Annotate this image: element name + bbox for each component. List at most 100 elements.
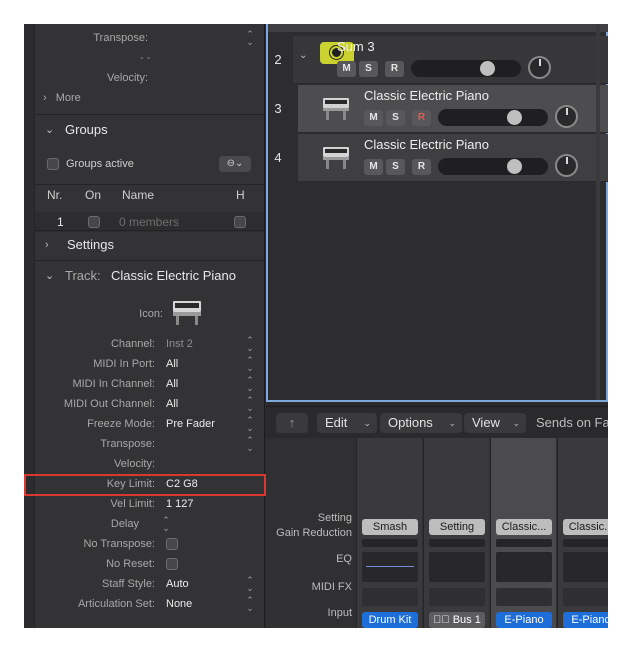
groups-section-header[interactable]: ⌄ Groups <box>35 114 264 144</box>
channel-strip[interactable]: Classic... E-Piano <box>557 438 608 628</box>
param-row[interactable]: Freeze Mode: Pre Fader ⌃ ⌄ <box>35 414 264 434</box>
param-row[interactable]: Velocity: <box>35 454 264 474</box>
param-row[interactable]: Channel: Inst 2 ⌃ ⌄ <box>35 334 264 354</box>
stepper-icon[interactable]: ⌃ ⌄ <box>245 356 255 373</box>
param-row[interactable]: Vel Limit: 1 127 <box>35 494 264 514</box>
param-row[interactable]: Delay ⌃ ⌄ <box>35 514 264 534</box>
volume-knob[interactable] <box>507 159 522 174</box>
param-value[interactable]: None <box>166 594 192 614</box>
stepper-icon[interactable]: ⌃ ⌄ <box>245 376 255 393</box>
pan-knob[interactable] <box>528 56 551 79</box>
record-button[interactable]: R <box>385 61 404 77</box>
eq-thumbnail[interactable] <box>563 552 608 582</box>
track-header[interactable]: ⌄ Sum 3 MSR <box>293 36 608 84</box>
electric-piano-icon[interactable] <box>171 298 203 326</box>
param-value[interactable]: Inst 2 <box>166 334 193 354</box>
param-value[interactable]: Pre Fader <box>166 414 215 434</box>
channel-strip[interactable]: Smash Drum Kit <box>356 438 422 628</box>
input-button[interactable]: E-Piano <box>496 612 552 628</box>
track-number[interactable]: 2 <box>268 52 288 67</box>
track-name[interactable]: Classic Electric Piano <box>364 137 489 152</box>
stepper-icon[interactable]: ⌃ ⌄ <box>245 416 255 433</box>
pan-knob[interactable] <box>555 105 578 128</box>
mute-button[interactable]: M <box>337 61 356 77</box>
midi-fx-slot[interactable] <box>362 588 418 606</box>
edit-menu-button[interactable]: Edit ⌄ <box>317 413 377 433</box>
param-row[interactable]: No Transpose: <box>35 534 264 554</box>
setting-button[interactable]: Smash <box>362 519 418 535</box>
solo-button[interactable]: S <box>386 159 405 175</box>
midi-fx-slot[interactable] <box>563 588 608 606</box>
delay-stepper-icon[interactable]: ⌃ ⌄ <box>161 516 171 533</box>
channel-strip[interactable]: Setting ⊙⃝ Bus 1 <box>423 438 489 628</box>
param-value[interactable]: 1 127 <box>166 494 194 514</box>
solo-button[interactable]: S <box>386 110 405 126</box>
track-number[interactable]: 4 <box>268 150 288 165</box>
eq-thumbnail[interactable] <box>362 552 418 582</box>
param-value[interactable]: All <box>166 374 178 394</box>
eq-thumbnail[interactable] <box>496 552 552 582</box>
volume-slider[interactable] <box>438 158 548 175</box>
stepper-icon[interactable]: ⌃ ⌄ <box>245 396 255 413</box>
tracks-scrollbar[interactable] <box>596 24 600 400</box>
more-disclosure[interactable]: › More <box>43 88 264 108</box>
volume-slider[interactable] <box>438 109 548 126</box>
pan-knob[interactable] <box>555 154 578 177</box>
input-button[interactable]: E-Piano <box>563 612 608 628</box>
view-menu-button[interactable]: View ⌄ <box>464 413 526 433</box>
input-button[interactable]: ⊙⃝ Bus 1 <box>429 612 485 628</box>
track-name[interactable]: Sum 3 <box>337 39 375 54</box>
param-checkbox[interactable] <box>166 538 178 550</box>
setting-button[interactable]: Classic... <box>563 519 608 535</box>
chevron-down-icon[interactable]: ⌄ <box>299 50 307 61</box>
channel-strip[interactable]: Classic... E-Piano <box>490 438 556 628</box>
transpose-stepper-icon[interactable]: ⌃ ⌄ <box>245 30 255 47</box>
param-row[interactable]: No Reset: <box>35 554 264 574</box>
param-value[interactable]: Auto <box>166 574 189 594</box>
groups-table-row[interactable]: 1 0 members <box>35 212 264 232</box>
solo-button[interactable]: S <box>359 61 378 77</box>
param-value[interactable]: All <box>166 394 178 414</box>
sends-on-faders-label[interactable]: Sends on Fa <box>536 413 608 433</box>
track-name[interactable]: Classic Electric Piano <box>364 88 489 103</box>
midi-fx-slot[interactable] <box>429 588 485 606</box>
param-row[interactable]: Staff Style: Auto ⌃ ⌄ <box>35 574 264 594</box>
eq-thumbnail[interactable] <box>429 552 485 582</box>
track-section-header[interactable]: ⌄ Track: Classic Electric Piano <box>35 260 264 290</box>
param-row[interactable]: Transpose: ⌃ ⌄ <box>35 434 264 454</box>
param-row[interactable]: MIDI In Port: All ⌃ ⌄ <box>35 354 264 374</box>
record-button[interactable]: R <box>412 159 431 175</box>
options-menu-button[interactable]: Options ⌄ <box>380 413 462 433</box>
groups-active-checkbox[interactable] <box>47 158 59 170</box>
stepper-icon[interactable]: ⌃ ⌄ <box>245 436 255 453</box>
track-number[interactable]: 3 <box>268 101 288 116</box>
mute-button[interactable]: M <box>364 110 383 126</box>
groups-menu-button[interactable]: ⊖⌄ <box>219 156 251 172</box>
input-button[interactable]: Drum Kit <box>362 612 418 628</box>
setting-button[interactable]: Classic... <box>496 519 552 535</box>
volume-slider[interactable] <box>411 60 521 77</box>
stepper-icon[interactable]: ⌃ ⌄ <box>245 596 255 613</box>
settings-section-header[interactable]: › Settings <box>35 230 264 258</box>
record-button[interactable]: R <box>412 110 431 126</box>
setting-button[interactable]: Setting <box>429 519 485 535</box>
stepper-icon[interactable]: ⌃ ⌄ <box>245 576 255 593</box>
midi-fx-slot[interactable] <box>496 588 552 606</box>
mute-button[interactable]: M <box>364 159 383 175</box>
stepper-icon[interactable]: ⌃ ⌄ <box>245 336 255 353</box>
param-checkbox[interactable] <box>166 558 178 570</box>
param-row[interactable]: Articulation Set: None ⌃ ⌄ <box>35 594 264 614</box>
velocity-row[interactable]: Velocity: <box>35 68 264 88</box>
param-row[interactable]: MIDI In Channel: All ⌃ ⌄ <box>35 374 264 394</box>
transpose-row[interactable]: Transpose: ⌃ ⌄ <box>35 28 264 48</box>
param-value[interactable]: All <box>166 354 178 374</box>
group-on-checkbox[interactable] <box>88 216 100 228</box>
group-h-checkbox[interactable] <box>234 216 246 228</box>
track-header[interactable]: Classic Electric Piano M S R <box>298 85 608 133</box>
track-header[interactable]: Classic Electric Piano M S R <box>298 134 608 182</box>
volume-knob[interactable] <box>507 110 522 125</box>
param-row[interactable]: MIDI Out Channel: All ⌃ ⌄ <box>35 394 264 414</box>
up-arrow-icon[interactable]: ↑ <box>276 413 308 433</box>
volume-knob[interactable] <box>480 61 495 76</box>
icon-row[interactable]: Icon: <box>35 301 264 325</box>
